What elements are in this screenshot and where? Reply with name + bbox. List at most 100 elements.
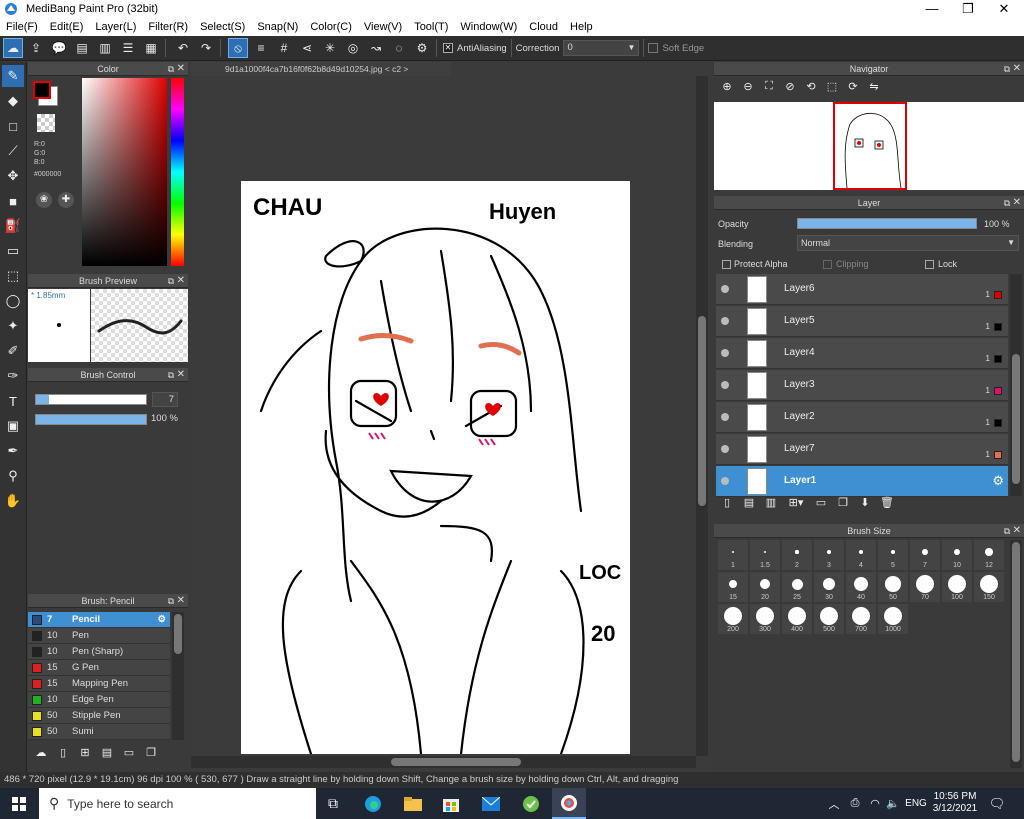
flip-icon[interactable]: ⇋: [865, 80, 883, 98]
brush-size-option[interactable]: 40: [846, 572, 876, 602]
close-icon[interactable]: ✕: [1013, 524, 1021, 538]
taskbar-search-box[interactable]: ⚲ Type here to search: [39, 788, 316, 819]
camera-icon[interactable]: ⎙: [846, 788, 864, 819]
new-halftone-layer-icon[interactable]: ▤: [740, 496, 758, 514]
navigator-viewport-frame[interactable]: [833, 102, 907, 190]
brush-size-option[interactable]: 2: [782, 540, 812, 570]
task-view-icon[interactable]: ⧉: [318, 788, 348, 819]
antialias-checkbox[interactable]: ✕: [443, 43, 453, 53]
soft-edge-checkbox[interactable]: [648, 43, 659, 53]
menu-filter[interactable]: Filter(R): [148, 21, 188, 33]
hue-slider[interactable]: [171, 78, 184, 266]
fit-window-icon[interactable]: ⛶: [760, 80, 778, 98]
export-icon[interactable]: ⇪: [26, 38, 46, 58]
foreground-color-swatch[interactable]: [33, 81, 51, 99]
zoom-out-icon[interactable]: ⊖: [739, 80, 757, 98]
mail-icon[interactable]: [476, 788, 506, 819]
brush-size-option[interactable]: 30: [814, 572, 844, 602]
brush-item-sumi[interactable]: 50 Sumi: [28, 724, 170, 740]
lock-checkbox[interactable]: [925, 260, 934, 269]
canvas-horizontal-scrollbar[interactable]: [191, 756, 696, 768]
fullscreen-icon[interactable]: ⬚: [823, 80, 841, 98]
brush-item-g-pen[interactable]: 15 G Pen: [28, 660, 170, 676]
menu-help[interactable]: Help: [570, 21, 593, 33]
parallel-snap-icon[interactable]: ≡: [251, 38, 271, 58]
language-indicator[interactable]: ENG: [903, 788, 929, 819]
brush-item-pen[interactable]: 10 Pen: [28, 628, 170, 644]
maximize-button[interactable]: ❐: [950, 0, 986, 18]
popout-icon[interactable]: ⧉: [1004, 196, 1010, 210]
gear-icon[interactable]: ⚙: [992, 473, 1004, 489]
layer-row-layer2[interactable]: Layer2 1: [716, 402, 1008, 433]
brush-size-option[interactable]: 1: [718, 540, 748, 570]
layer-list-scrollbar[interactable]: [1010, 274, 1022, 496]
popout-icon[interactable]: ⧉: [1004, 524, 1010, 538]
green-app-icon[interactable]: [516, 788, 546, 819]
gradient-tool-icon[interactable]: ▭: [2, 240, 24, 262]
close-icon[interactable]: ✕: [1013, 196, 1021, 210]
close-icon[interactable]: ✕: [177, 62, 185, 76]
menu-edit[interactable]: Edit(E): [50, 21, 84, 33]
layer-row-layer6[interactable]: Layer6 1: [716, 274, 1008, 305]
blending-select[interactable]: Normal ▼: [797, 235, 1019, 251]
minimize-button[interactable]: —: [914, 0, 950, 18]
layer-row-layer4[interactable]: Layer4 1: [716, 338, 1008, 369]
curve-snap-icon[interactable]: ↝: [366, 38, 386, 58]
popout-icon[interactable]: ⧉: [168, 368, 174, 382]
brush-size-option[interactable]: 500: [814, 604, 844, 634]
vanishing-snap-icon[interactable]: ⋖: [297, 38, 317, 58]
folder-icon[interactable]: ▭: [812, 496, 830, 514]
layer-row-layer3[interactable]: Layer3 1: [716, 370, 1008, 401]
menu-layer[interactable]: Layer(L): [95, 21, 136, 33]
zoom-in-icon[interactable]: ⊕: [718, 80, 736, 98]
brush-size-option[interactable]: 70: [910, 572, 940, 602]
windows-start-icon[interactable]: [0, 788, 38, 819]
menu-window[interactable]: Window(W): [460, 21, 517, 33]
new-layer-icon[interactable]: ▯: [718, 496, 736, 514]
popout-icon[interactable]: ⧉: [168, 62, 174, 76]
brush-item-mapping-pen[interactable]: 15 Mapping Pen: [28, 676, 170, 692]
drawing-canvas[interactable]: CHAU Huyen LOC 20: [241, 181, 630, 754]
rectangle-tool-icon[interactable]: □: [2, 115, 24, 137]
chat-icon[interactable]: ▤: [72, 38, 92, 58]
close-icon[interactable]: ✕: [177, 368, 185, 382]
add-layer-dropdown-icon[interactable]: ⊞▾: [784, 496, 808, 514]
brush-item-stipple-pen[interactable]: 50 Stipple Pen: [28, 708, 170, 724]
clock[interactable]: 10:56 PM 3/12/2021: [930, 791, 980, 815]
eyedropper-tool-icon[interactable]: ⚲: [2, 465, 24, 487]
snap-off-icon[interactable]: ⦸: [228, 38, 248, 58]
brush-size-option[interactable]: 400: [782, 604, 812, 634]
visibility-icon[interactable]: [721, 477, 729, 485]
duplicate-icon[interactable]: ❐: [142, 746, 160, 764]
brush-size-option[interactable]: 150: [974, 572, 1004, 602]
fill-rect-tool-icon[interactable]: ■: [2, 190, 24, 212]
visibility-icon[interactable]: [721, 413, 729, 421]
brush-item-pencil[interactable]: 7 Pencil ⚙: [28, 612, 170, 628]
visibility-icon[interactable]: [721, 317, 729, 325]
saturation-value-picker[interactable]: [82, 78, 167, 266]
menu-color[interactable]: Color(C): [310, 21, 352, 33]
circle-snap-icon[interactable]: ◎: [343, 38, 363, 58]
transparent-color-swatch[interactable]: [37, 114, 55, 132]
edge-browser-icon[interactable]: [358, 788, 388, 819]
document-icon[interactable]: ▥: [95, 38, 115, 58]
brush-size-option[interactable]: 20: [750, 572, 780, 602]
medibang-taskbar-icon[interactable]: [552, 788, 586, 819]
correction-select[interactable]: 0 ▼: [563, 40, 640, 56]
bucket-tool-icon[interactable]: ⛽: [2, 215, 24, 237]
list-icon[interactable]: ☰: [118, 38, 138, 58]
file-explorer-icon[interactable]: [398, 788, 428, 819]
lasso-tool-icon[interactable]: ◯: [2, 290, 24, 312]
cloud-download-icon[interactable]: ☁: [32, 746, 50, 764]
close-button[interactable]: ✕: [986, 0, 1022, 18]
menu-cloud[interactable]: Cloud: [529, 21, 558, 33]
cross-snap-icon[interactable]: #: [274, 38, 294, 58]
popout-icon[interactable]: ⧉: [168, 594, 174, 608]
eraser-tool-icon[interactable]: ◆: [2, 90, 24, 112]
visibility-icon[interactable]: [721, 445, 729, 453]
document-tab[interactable]: 9d1a1000f4ca7b16f0f62b8d49d10254.jpg < c…: [191, 62, 451, 76]
chevron-up-icon[interactable]: ︿: [826, 788, 842, 819]
rotate-left-icon[interactable]: ⟲: [802, 80, 820, 98]
redo-icon[interactable]: ↷: [196, 38, 216, 58]
brush-size-option[interactable]: 10: [942, 540, 972, 570]
